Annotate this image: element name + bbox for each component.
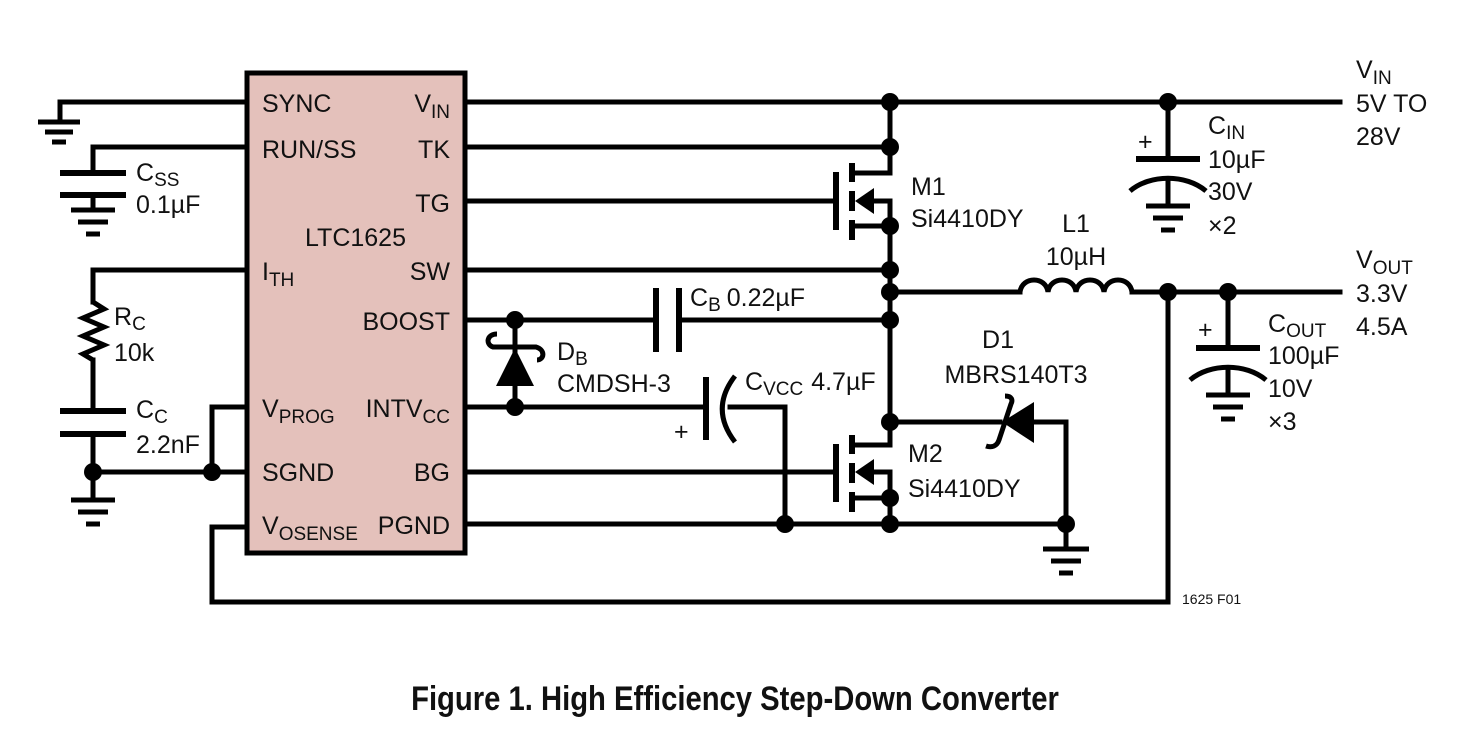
junction bbox=[84, 463, 102, 481]
junction bbox=[506, 398, 524, 416]
cb-capacitor bbox=[653, 288, 682, 352]
cin-polarity: + bbox=[1138, 128, 1153, 156]
pin-tk: TK bbox=[418, 136, 450, 164]
cout-capacitor bbox=[1188, 289, 1268, 422]
schematic: SYNC RUN/SS LTC1625 ITH VPROG SGND VOSEN… bbox=[38, 56, 1427, 718]
vin-terminal-label: VIN bbox=[1356, 56, 1392, 89]
l1-label: L1 bbox=[1062, 210, 1090, 238]
css-value: 0.1µF bbox=[136, 191, 200, 219]
d1-label: D1 bbox=[982, 326, 1014, 354]
cvcc-polarity: + bbox=[674, 418, 689, 446]
junction bbox=[881, 93, 899, 111]
pin-run-ss: RUN/SS bbox=[262, 136, 356, 164]
pin-boost: BOOST bbox=[362, 308, 450, 336]
db-diode-icon bbox=[485, 317, 546, 410]
m2-value: Si4410DY bbox=[908, 475, 1021, 503]
rc-label: RC bbox=[114, 303, 146, 335]
cout-polarity: + bbox=[1198, 316, 1213, 344]
junction bbox=[881, 489, 899, 507]
rc-value: 10k bbox=[114, 339, 155, 367]
m1-value: Si4410DY bbox=[911, 205, 1024, 233]
junction bbox=[881, 217, 899, 235]
cin-capacitor bbox=[1128, 99, 1208, 233]
cin-value: 10µF bbox=[1208, 146, 1265, 174]
vout-voltage: 3.3V bbox=[1356, 280, 1408, 308]
cc-label: CC bbox=[136, 396, 168, 428]
cout-value: 100µF bbox=[1268, 342, 1339, 370]
db-value: CMDSH-3 bbox=[557, 370, 671, 398]
junction bbox=[881, 261, 899, 279]
cin-label: CIN bbox=[1208, 112, 1245, 144]
sync-ground-net bbox=[38, 99, 250, 145]
figure-id: 1625 F01 bbox=[1182, 591, 1241, 607]
l1-value: 10µH bbox=[1046, 243, 1106, 271]
junction bbox=[881, 515, 899, 533]
junction bbox=[203, 463, 221, 481]
junction bbox=[881, 311, 899, 329]
cout-voltage: 10V bbox=[1268, 375, 1313, 403]
junction bbox=[506, 311, 524, 329]
vin-range-line1: 5V TO bbox=[1356, 90, 1427, 118]
css-label: CSS bbox=[136, 159, 179, 191]
vin-range-line2: 28V bbox=[1356, 123, 1401, 151]
pin-pgnd: PGND bbox=[378, 512, 450, 540]
junction bbox=[881, 138, 899, 156]
pin-tg: TG bbox=[415, 190, 450, 218]
junction bbox=[881, 413, 899, 431]
vout-terminal-label: VOUT bbox=[1356, 246, 1413, 279]
d1-value: MBRS140T3 bbox=[944, 361, 1087, 389]
db-label: DB bbox=[557, 338, 588, 370]
cb-label: CB 0.22µF bbox=[690, 284, 805, 316]
pin-sync: SYNC bbox=[262, 90, 331, 118]
cin-voltage: 30V bbox=[1208, 178, 1253, 206]
cout-label: COUT bbox=[1268, 310, 1327, 342]
junction bbox=[1159, 283, 1177, 301]
junction bbox=[881, 283, 899, 301]
junction bbox=[1057, 515, 1075, 533]
ic-name: LTC1625 bbox=[305, 224, 406, 252]
cc-value: 2.2nF bbox=[136, 431, 200, 459]
m1-label: M1 bbox=[911, 173, 946, 201]
cvcc-label: CVCC 4.7µF bbox=[745, 368, 876, 400]
cout-count: ×3 bbox=[1268, 408, 1297, 436]
pin-sw: SW bbox=[410, 258, 451, 286]
junction bbox=[1219, 283, 1237, 301]
m2-label: M2 bbox=[908, 440, 943, 468]
cin-count: ×2 bbox=[1208, 212, 1237, 240]
pin-sgnd: SGND bbox=[262, 459, 334, 487]
figure-caption: Figure 1. High Efficiency Step-Down Conv… bbox=[411, 679, 1059, 718]
junction bbox=[1159, 93, 1177, 111]
pin-bg: BG bbox=[414, 459, 450, 487]
l1-inductor-icon bbox=[1017, 277, 1135, 293]
junction bbox=[776, 515, 794, 533]
vout-current: 4.5A bbox=[1356, 313, 1408, 341]
